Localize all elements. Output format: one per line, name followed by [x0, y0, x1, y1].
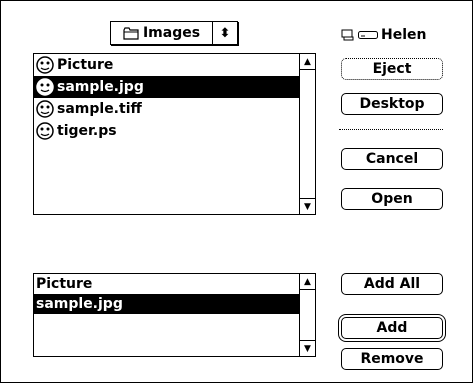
picture-file-icon — [36, 100, 54, 118]
volume-name: Helen — [381, 27, 427, 43]
popup-arrows-icon: ⬍ — [219, 25, 231, 41]
volume-indicator: Helen — [341, 27, 446, 43]
desktop-button[interactable]: Desktop — [341, 93, 443, 115]
desktop-icon — [341, 29, 354, 41]
scroll-down-arrow-icon[interactable]: ▼ — [300, 340, 315, 356]
list-item[interactable]: tiger.ps — [34, 120, 299, 142]
selected-files-list[interactable]: Picture sample.jpg ▲ ▼ — [33, 273, 316, 357]
list-item-label: sample.tiff — [57, 101, 142, 117]
scroll-up-arrow-icon[interactable]: ▲ — [300, 54, 315, 70]
list-item-label: Picture — [57, 57, 114, 73]
folder-popup-label-wrap: Images — [111, 22, 213, 44]
selected-list-scrollbar[interactable]: ▲ ▼ — [299, 274, 315, 356]
add-button[interactable]: Add — [341, 317, 443, 339]
file-list[interactable]: Picture sample.jpg sample.tiff tiger.ps — [33, 53, 316, 215]
folder-icon — [123, 26, 139, 40]
picture-file-icon — [36, 78, 54, 96]
folder-popup[interactable]: Images ⬍ — [110, 21, 238, 45]
list-item[interactable]: Picture — [34, 54, 299, 76]
list-item-label: tiger.ps — [57, 123, 117, 139]
cancel-button[interactable]: Cancel — [341, 148, 443, 170]
list-item[interactable]: Picture — [34, 274, 299, 294]
hard-disk-icon — [358, 31, 378, 39]
list-item[interactable]: sample.tiff — [34, 98, 299, 120]
remove-button[interactable]: Remove — [341, 348, 443, 370]
eject-button[interactable]: Eject — [341, 58, 443, 80]
open-file-dialog: Images ⬍ Helen Picture sample.jpg sample… — [0, 0, 473, 383]
open-button[interactable]: Open — [341, 188, 443, 210]
folder-popup-label: Images — [142, 25, 201, 41]
add-all-button[interactable]: Add All — [341, 273, 443, 295]
file-list-scrollbar[interactable]: ▲ ▼ — [299, 54, 315, 214]
list-item-label: Picture — [36, 276, 93, 292]
scroll-up-arrow-icon[interactable]: ▲ — [300, 274, 315, 290]
picture-file-icon — [36, 122, 54, 140]
button-separator — [339, 129, 443, 130]
selected-list-rows: Picture sample.jpg — [34, 274, 299, 356]
file-list-rows: Picture sample.jpg sample.tiff tiger.ps — [34, 54, 299, 214]
list-item-label: sample.jpg — [57, 79, 144, 95]
list-item[interactable]: sample.jpg — [34, 76, 299, 98]
scroll-down-arrow-icon[interactable]: ▼ — [300, 198, 315, 214]
list-item[interactable]: sample.jpg — [34, 294, 299, 314]
picture-file-icon — [36, 56, 54, 74]
list-item-label: sample.jpg — [36, 296, 123, 312]
